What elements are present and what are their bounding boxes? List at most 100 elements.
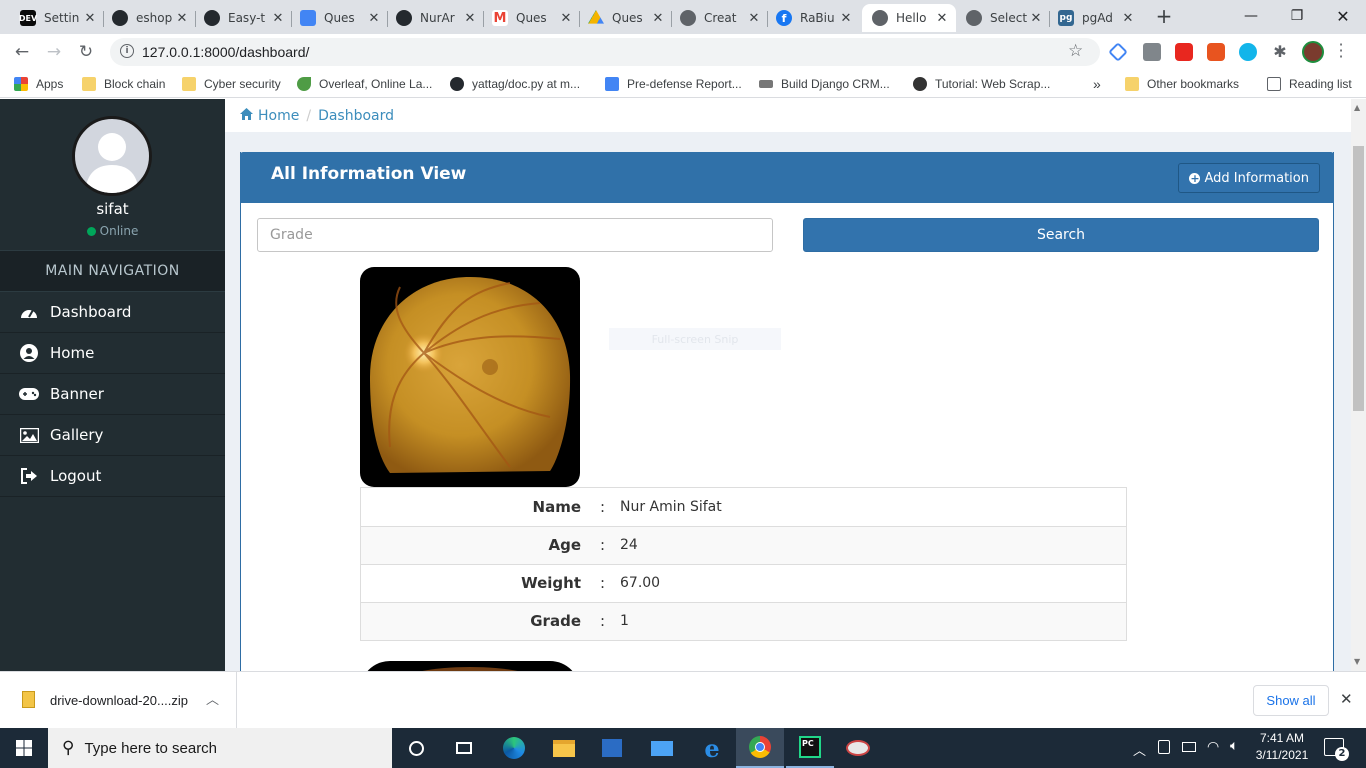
wifi-icon[interactable]: ◠ [1207, 739, 1219, 755]
extension-orange-icon[interactable] [1207, 43, 1225, 61]
bookmark-web-scraping[interactable]: Tutorial: Web Scrap... [913, 75, 1050, 93]
add-information-button[interactable]: + Add Information [1178, 163, 1320, 193]
chevron-up-icon[interactable]: ︿ [206, 689, 219, 708]
breadcrumb-home-link[interactable]: Home [258, 108, 299, 124]
age-value: 24 [620, 525, 1126, 564]
close-icon[interactable]: ✕ [650, 11, 666, 26]
name-label: Name [532, 497, 581, 516]
tab-eshop[interactable]: eshop ✕ [104, 4, 196, 32]
close-icon[interactable]: ✕ [270, 11, 286, 26]
puzzle-icon[interactable]: ✱ [1271, 43, 1289, 61]
tab-nuramin[interactable]: NurAr ✕ [388, 4, 484, 32]
grade-search-input[interactable] [257, 218, 773, 252]
profile-avatar[interactable] [1302, 41, 1324, 63]
close-icon[interactable]: ✕ [558, 11, 574, 26]
task-view-icon[interactable] [440, 728, 488, 768]
tab-questions-gmail[interactable]: M Ques ✕ [484, 4, 580, 32]
bookmark-apps[interactable]: Apps [14, 75, 63, 93]
forward-button[interactable]: → [42, 40, 66, 64]
close-download-bar-icon[interactable]: ✕ [1340, 690, 1353, 708]
close-icon[interactable]: ✕ [1120, 11, 1136, 26]
tab-facebook[interactable]: f RaBiu ✕ [768, 4, 860, 32]
close-icon[interactable]: ✕ [174, 11, 190, 26]
bookmark-overleaf[interactable]: Overleaf, Online La... [297, 75, 432, 93]
volume-icon[interactable]: 🔈︎ [1230, 738, 1238, 754]
extension-icon[interactable] [1108, 42, 1128, 62]
info-icon[interactable]: i [120, 44, 134, 58]
bookmark-cyber-security[interactable]: Cyber security [182, 75, 281, 93]
reload-button[interactable]: ↻ [74, 40, 98, 64]
chrome-icon[interactable] [736, 728, 784, 768]
close-icon[interactable]: ✕ [462, 11, 478, 26]
bookmark-star-icon[interactable]: ☆ [1068, 41, 1083, 61]
close-icon[interactable]: ✕ [934, 11, 950, 26]
folder-icon [82, 77, 96, 91]
menu-icon[interactable]: · · · [1338, 37, 1344, 65]
maximize-button[interactable]: ❐ [1274, 0, 1320, 32]
tab-questions-drive[interactable]: Ques ✕ [580, 4, 672, 32]
search-button[interactable]: Search [803, 218, 1319, 252]
tab-select[interactable]: Select ✕ [958, 4, 1050, 32]
sidebar-item-banner[interactable]: Banner [0, 374, 225, 415]
close-icon[interactable]: ✕ [746, 11, 762, 26]
bookmark-other[interactable]: Other bookmarks [1125, 75, 1239, 93]
tab-hello-active[interactable]: Hello ✕ [862, 4, 956, 32]
close-icon[interactable]: ✕ [82, 11, 98, 26]
reading-list-button[interactable]: Reading list [1267, 75, 1352, 93]
sidebar: sifat Online MAIN NAVIGATION Dashboard H… [0, 99, 225, 671]
minimize-button[interactable]: — [1228, 0, 1274, 32]
tab-create[interactable]: Creat ✕ [672, 4, 768, 32]
retina-image-next[interactable] [360, 661, 580, 671]
system-clock[interactable]: 7:41 AM 3/11/2021 [1252, 730, 1312, 764]
globe-icon [680, 10, 696, 26]
bookmark-yattag[interactable]: yattag/doc.py at m... [450, 75, 580, 93]
download-item[interactable]: drive-download-20....zip ︿ [0, 672, 237, 729]
bookmark-block-chain[interactable]: Block chain [82, 75, 165, 93]
new-tab-button[interactable]: + [1152, 6, 1176, 28]
breadcrumb-current[interactable]: Dashboard [318, 108, 394, 124]
close-icon[interactable]: ✕ [838, 11, 854, 26]
window-close-button[interactable]: ✕ [1320, 0, 1366, 32]
extension-blue-icon[interactable] [1239, 43, 1257, 61]
sidebar-item-gallery[interactable]: Gallery [0, 415, 225, 456]
edge-icon[interactable] [490, 728, 538, 768]
page-scrollbar[interactable]: ▲ ▼ [1351, 99, 1366, 671]
scrollbar-thumb[interactable] [1353, 146, 1364, 411]
ie-icon[interactable]: e [688, 728, 736, 768]
battery-icon[interactable] [1182, 742, 1196, 752]
paint-icon[interactable] [834, 728, 882, 768]
cortana-icon[interactable] [392, 728, 440, 768]
pycharm-icon[interactable]: PC [786, 728, 834, 768]
back-button[interactable]: ← [10, 40, 34, 64]
show-all-button[interactable]: Show all [1253, 685, 1329, 716]
taskbar-search-box[interactable]: ⚲ Type here to search [48, 728, 392, 768]
bookmark-pre-defense[interactable]: Pre-defense Report... [605, 75, 742, 93]
sidebar-item-logout[interactable]: Logout [0, 456, 225, 497]
camera-icon[interactable] [1143, 43, 1161, 61]
tab-questions-docs[interactable]: Ques ✕ [292, 4, 388, 32]
sidebar-item-home[interactable]: Home [0, 333, 225, 374]
tray-chevron-icon[interactable]: ︿ [1133, 740, 1146, 759]
tab-settings[interactable]: DEV Settin ✕ [12, 4, 104, 32]
address-bar[interactable]: i 127.0.0.1:8000/dashboard/ ☆ [110, 38, 1100, 66]
bookmark-django-crm[interactable]: Build Django CRM... [759, 75, 890, 93]
scroll-up-icon[interactable]: ▲ [1354, 103, 1360, 112]
close-icon[interactable]: ✕ [1028, 11, 1044, 26]
scroll-down-icon[interactable]: ▼ [1354, 657, 1360, 666]
retina-image[interactable] [360, 267, 580, 487]
file-explorer-icon[interactable] [540, 728, 588, 768]
weight-label: Weight [361, 563, 585, 602]
tab-pgadmin[interactable]: pg pgAd ✕ [1050, 4, 1142, 32]
facebook-icon: f [776, 10, 792, 26]
mail-icon[interactable] [638, 728, 686, 768]
meet-now-icon[interactable] [1158, 740, 1170, 754]
windows-start-button[interactable] [0, 728, 48, 768]
tab-easy[interactable]: Easy-t ✕ [196, 4, 292, 32]
name-value: Nur Amin Sifat [620, 498, 722, 515]
bookmarks-overflow-button[interactable]: » [1093, 75, 1101, 93]
close-icon[interactable]: ✕ [366, 11, 382, 26]
user-name: sifat [96, 200, 129, 218]
store-icon[interactable] [588, 728, 636, 768]
sidebar-item-dashboard[interactable]: Dashboard [0, 292, 225, 333]
adblock-icon[interactable] [1175, 43, 1193, 61]
